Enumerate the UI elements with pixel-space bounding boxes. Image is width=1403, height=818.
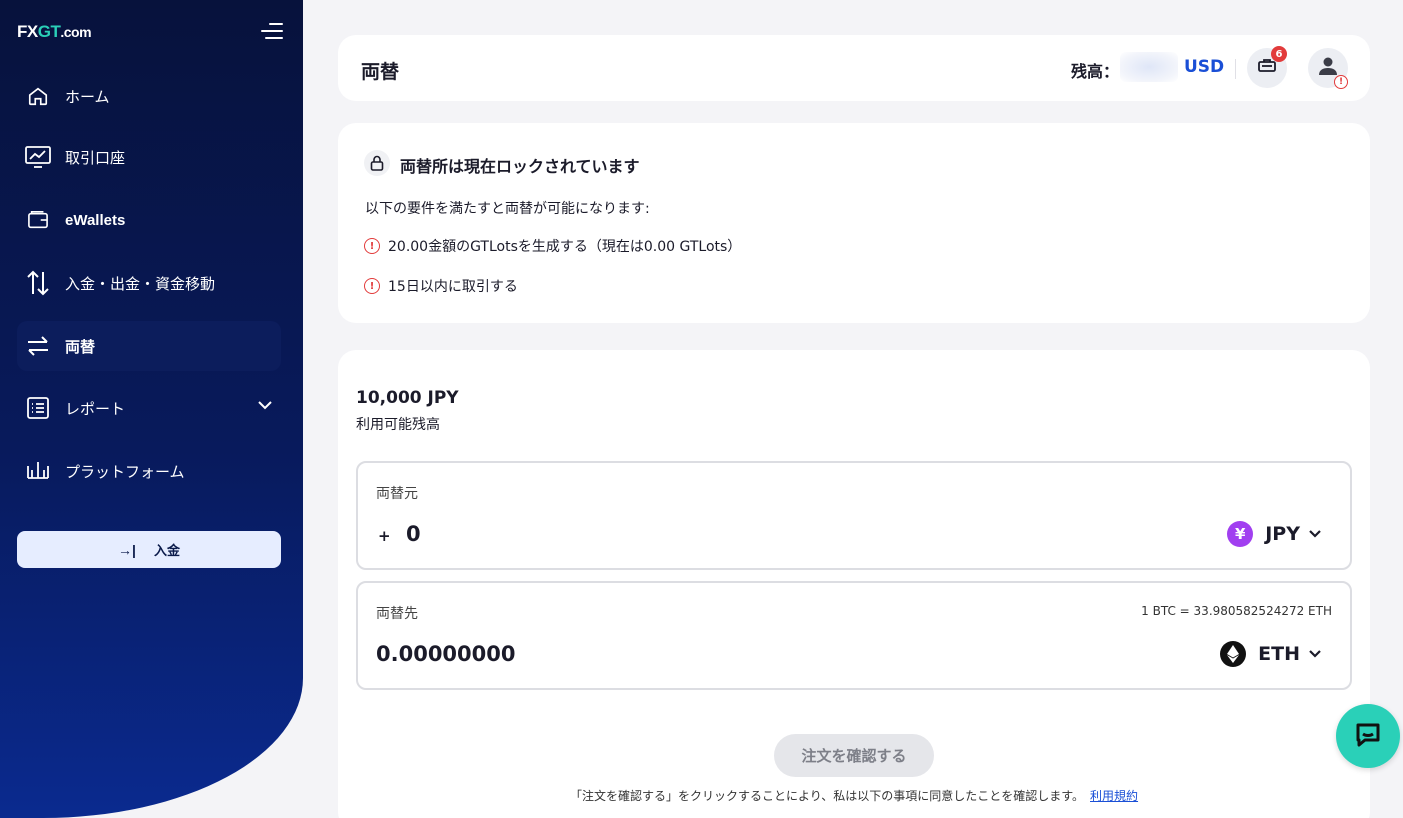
sidebar: FXGT.com ホーム 取引口座 eWallets 入金・出金・資金移動 両替… — [0, 0, 303, 818]
exchange-from-box[interactable]: 両替元 + 0 ¥ JPY — [356, 461, 1352, 570]
exchange-rate: 1 BTC = 33.980582524272 ETH — [1141, 604, 1332, 618]
exchange-panel: 10,000 JPY 利用可能残高 両替元 + 0 ¥ JPY 両替先 1 BT… — [338, 350, 1370, 818]
sidebar-item-label: レポート — [65, 400, 126, 418]
header-divider — [1235, 59, 1236, 79]
to-label: 両替先 — [376, 606, 418, 622]
terms-notice: 「注文を確認する」をクリックすることにより、私は以下の事項に同意したことを確認し… — [338, 787, 1370, 804]
balance-value-hidden[interactable] — [1120, 52, 1178, 82]
alert-icon: ! — [1334, 75, 1348, 89]
report-list-icon — [25, 395, 51, 421]
balance-label: 残高： — [1071, 62, 1120, 81]
sidebar-item-ewallets[interactable]: eWallets — [17, 195, 281, 245]
plus-sign: + — [378, 527, 391, 545]
exchange-to-box[interactable]: 両替先 1 BTC = 33.980582524272 ETH 0.000000… — [356, 581, 1352, 690]
sidebar-item-exchange[interactable]: 両替 — [17, 321, 281, 371]
deposit-button-label: 入金 — [153, 543, 180, 558]
chevron-down-icon — [1308, 523, 1322, 545]
transfer-arrows-icon — [25, 270, 51, 296]
sidebar-item-label: 両替 — [65, 338, 96, 356]
warning-icon: ! — [364, 238, 380, 254]
from-currency-code: JPY — [1265, 523, 1300, 545]
exchange-icon — [25, 333, 51, 359]
lock-icon — [364, 150, 390, 176]
eth-coin-icon — [1220, 641, 1247, 667]
to-amount-value: 0.00000000 — [376, 642, 516, 666]
requirement-item: ! 15日以内に取引する — [364, 276, 518, 296]
lock-description: 以下の要件を満たすと両替が可能になります: — [365, 201, 650, 217]
deposit-button[interactable]: →| 入金 — [17, 531, 281, 568]
wallet-icon — [25, 207, 51, 233]
sidebar-item-reports[interactable]: レポート — [17, 383, 281, 433]
sidebar-item-deposit-withdraw[interactable]: 入金・出金・資金移動 — [17, 258, 281, 308]
sidebar-item-home[interactable]: ホーム — [17, 71, 281, 121]
to-currency-select[interactable]: ETH — [1220, 641, 1322, 667]
chevron-down-icon[interactable] — [257, 397, 273, 417]
available-balance-amount: 10,000 JPY — [356, 388, 459, 408]
chart-monitor-icon — [25, 144, 51, 170]
fxgt-logo[interactable]: FXGT.com — [17, 22, 92, 42]
page-title: 両替 — [361, 61, 400, 83]
chat-icon — [1353, 719, 1383, 753]
balance-currency: USD — [1184, 57, 1225, 77]
yen-coin-icon: ¥ — [1227, 521, 1254, 547]
sidebar-item-label: eWallets — [65, 211, 126, 229]
exchange-lock-notice: 両替所は現在ロックされています 以下の要件を満たすと両替が可能になります: ! … — [338, 123, 1370, 323]
sidebar-item-label: 入金・出金・資金移動 — [65, 275, 216, 293]
logo-com: .com — [60, 24, 92, 40]
chevron-down-icon — [1308, 643, 1322, 665]
header-bar: 両替 残高： USD 6 ! — [338, 35, 1370, 101]
requirement-text: 20.00金額のGTLotsを生成する（現在は0.00 GTLots） — [388, 239, 742, 255]
to-currency-code: ETH — [1258, 643, 1300, 665]
notification-badge: 6 — [1271, 46, 1287, 62]
ticket-icon — [1257, 58, 1277, 78]
available-balance-label: 利用可能残高 — [356, 417, 440, 433]
from-currency-select[interactable]: ¥ JPY — [1227, 521, 1322, 547]
terms-text: 「注文を確認する」をクリックすることにより、私は以下の事項に同意したことを確認し… — [569, 789, 1085, 803]
menu-toggle-icon[interactable] — [259, 20, 283, 42]
from-amount-input[interactable]: 0 — [406, 522, 421, 546]
terms-link[interactable]: 利用規約 — [1090, 789, 1138, 803]
live-chat-button[interactable] — [1336, 704, 1400, 768]
logo-fx: FX — [17, 22, 38, 41]
requirement-text: 15日以内に取引する — [388, 279, 518, 295]
sidebar-item-label: 取引口座 — [65, 149, 126, 167]
platform-icon — [25, 458, 51, 484]
sidebar-item-platforms[interactable]: プラットフォーム — [17, 446, 281, 496]
requirement-item: ! 20.00金額のGTLotsを生成する（現在は0.00 GTLots） — [364, 236, 741, 256]
from-label: 両替元 — [376, 486, 418, 502]
confirm-order-button[interactable]: 注文を確認する — [774, 734, 934, 777]
sidebar-item-label: ホーム — [65, 88, 110, 106]
logo-gt: GT — [37, 22, 61, 41]
warning-icon: ! — [364, 278, 380, 294]
login-arrow-icon: →| — [118, 541, 136, 558]
lock-title: 両替所は現在ロックされています — [400, 157, 640, 176]
home-icon — [25, 83, 51, 109]
sidebar-item-label: プラットフォーム — [65, 463, 185, 481]
sidebar-item-trading-accounts[interactable]: 取引口座 — [17, 132, 281, 182]
